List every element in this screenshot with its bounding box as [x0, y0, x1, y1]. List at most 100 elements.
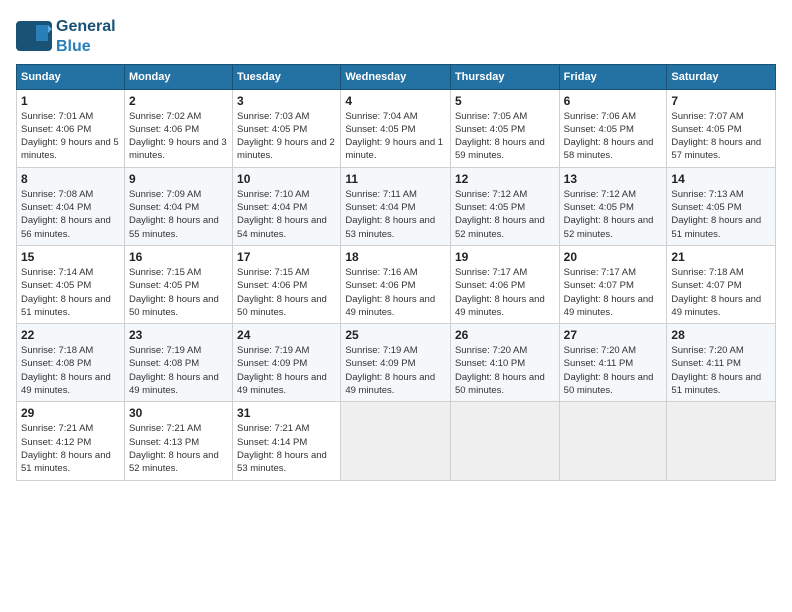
day-info: Sunrise: 7:18 AM Sunset: 4:08 PM Dayligh…	[21, 344, 120, 397]
calendar-cell: 6Sunrise: 7:06 AM Sunset: 4:05 PM Daylig…	[559, 89, 667, 167]
day-number: 7	[671, 94, 771, 108]
calendar-cell: 29 Sunrise: 7:21 AM Sunset: 4:12 PM Dayli…	[17, 402, 125, 480]
calendar-cell	[667, 402, 776, 480]
weekday-header-saturday: Saturday	[667, 64, 776, 89]
day-info: Sunrise: 7:16 AM Sunset: 4:06 PM Dayligh…	[345, 266, 446, 319]
calendar-body: 1 Sunrise: 7:01 AM Sunset: 4:06 PM Daylig…	[17, 89, 776, 480]
day-info: Sunrise: 7:21 AM Sunset: 4:12 PM Dayligh…	[21, 422, 120, 475]
day-info: Sunrise: 7:12 AM Sunset: 4:05 PM Dayligh…	[564, 188, 663, 241]
calendar-cell: 27Sunrise: 7:20 AM Sunset: 4:11 PM Dayli…	[559, 324, 667, 402]
day-number: 13	[564, 172, 663, 186]
day-number: 6	[564, 94, 663, 108]
day-number: 22	[21, 328, 120, 342]
day-info: Sunrise: 7:07 AM Sunset: 4:05 PM Dayligh…	[671, 110, 771, 163]
day-info: Sunrise: 7:04 AM Sunset: 4:05 PM Dayligh…	[345, 110, 446, 163]
day-number: 26	[455, 328, 555, 342]
weekday-header-monday: Monday	[124, 64, 232, 89]
logo-blue: Blue	[56, 38, 91, 55]
calendar-cell: 30 Sunrise: 7:21 AM Sunset: 4:13 PM Dayli…	[124, 402, 232, 480]
day-number: 8	[21, 172, 120, 186]
calendar-cell: 21 Sunrise: 7:18 AM Sunset: 4:07 PM Dayli…	[667, 245, 776, 323]
calendar-week-row: 15 Sunrise: 7:14 AM Sunset: 4:05 PM Dayli…	[17, 245, 776, 323]
calendar-cell: 3Sunrise: 7:03 AM Sunset: 4:05 PM Daylig…	[233, 89, 341, 167]
calendar-cell: 19Sunrise: 7:17 AM Sunset: 4:06 PM Dayli…	[450, 245, 559, 323]
calendar-cell: 4 Sunrise: 7:04 AM Sunset: 4:05 PM Daylig…	[341, 89, 451, 167]
day-number: 9	[129, 172, 228, 186]
day-number: 29	[21, 406, 120, 420]
day-info: Sunrise: 7:21 AM Sunset: 4:13 PM Dayligh…	[129, 422, 228, 475]
day-number: 23	[129, 328, 228, 342]
calendar-cell: 15 Sunrise: 7:14 AM Sunset: 4:05 PM Dayli…	[17, 245, 125, 323]
day-number: 10	[237, 172, 336, 186]
day-number: 3	[237, 94, 336, 108]
day-number: 21	[671, 250, 771, 264]
weekday-header-tuesday: Tuesday	[233, 64, 341, 89]
calendar-week-row: 22 Sunrise: 7:18 AM Sunset: 4:08 PM Dayli…	[17, 324, 776, 402]
day-info: Sunrise: 7:18 AM Sunset: 4:07 PM Dayligh…	[671, 266, 771, 319]
day-number: 4	[345, 94, 446, 108]
calendar-week-row: 1 Sunrise: 7:01 AM Sunset: 4:06 PM Daylig…	[17, 89, 776, 167]
day-number: 5	[455, 94, 555, 108]
day-number: 28	[671, 328, 771, 342]
day-number: 31	[237, 406, 336, 420]
weekday-header-thursday: Thursday	[450, 64, 559, 89]
day-info: Sunrise: 7:12 AM Sunset: 4:05 PM Dayligh…	[455, 188, 555, 241]
day-number: 30	[129, 406, 228, 420]
day-info: Sunrise: 7:01 AM Sunset: 4:06 PM Dayligh…	[21, 110, 120, 163]
calendar-week-row: 8Sunrise: 7:08 AM Sunset: 4:04 PM Daylig…	[17, 167, 776, 245]
calendar-cell: 14Sunrise: 7:13 AM Sunset: 4:05 PM Dayli…	[667, 167, 776, 245]
calendar-cell: 31 Sunrise: 7:21 AM Sunset: 4:14 PM Dayli…	[233, 402, 341, 480]
day-info: Sunrise: 7:14 AM Sunset: 4:05 PM Dayligh…	[21, 266, 120, 319]
calendar-cell	[450, 402, 559, 480]
day-number: 1	[21, 94, 120, 108]
calendar-cell: 13 Sunrise: 7:12 AM Sunset: 4:05 PM Dayli…	[559, 167, 667, 245]
day-number: 24	[237, 328, 336, 342]
calendar-cell: 9 Sunrise: 7:09 AM Sunset: 4:04 PM Daylig…	[124, 167, 232, 245]
day-number: 11	[345, 172, 446, 186]
logo: General Blue	[16, 16, 116, 56]
calendar-cell: 12 Sunrise: 7:12 AM Sunset: 4:05 PM Dayli…	[450, 167, 559, 245]
calendar-cell: 25Sunrise: 7:19 AM Sunset: 4:09 PM Dayli…	[341, 324, 451, 402]
weekday-header-wednesday: Wednesday	[341, 64, 451, 89]
day-number: 25	[345, 328, 446, 342]
day-info: Sunrise: 7:09 AM Sunset: 4:04 PM Dayligh…	[129, 188, 228, 241]
calendar-cell: 10 Sunrise: 7:10 AM Sunset: 4:04 PM Dayli…	[233, 167, 341, 245]
calendar-header: General Blue	[16, 16, 776, 56]
day-info: Sunrise: 7:02 AM Sunset: 4:06 PM Dayligh…	[129, 110, 228, 163]
calendar-cell: 2 Sunrise: 7:02 AM Sunset: 4:06 PM Daylig…	[124, 89, 232, 167]
calendar-cell: 17Sunrise: 7:15 AM Sunset: 4:06 PM Dayli…	[233, 245, 341, 323]
calendar-cell: 5 Sunrise: 7:05 AM Sunset: 4:05 PM Daylig…	[450, 89, 559, 167]
day-number: 15	[21, 250, 120, 264]
day-info: Sunrise: 7:10 AM Sunset: 4:04 PM Dayligh…	[237, 188, 336, 241]
day-number: 16	[129, 250, 228, 264]
day-number: 18	[345, 250, 446, 264]
day-info: Sunrise: 7:21 AM Sunset: 4:14 PM Dayligh…	[237, 422, 336, 475]
day-number: 27	[564, 328, 663, 342]
calendar-cell	[341, 402, 451, 480]
calendar-week-row: 29 Sunrise: 7:21 AM Sunset: 4:12 PM Dayli…	[17, 402, 776, 480]
calendar-cell: 18 Sunrise: 7:16 AM Sunset: 4:06 PM Dayli…	[341, 245, 451, 323]
calendar-cell: 7 Sunrise: 7:07 AM Sunset: 4:05 PM Daylig…	[667, 89, 776, 167]
calendar-cell: 11Sunrise: 7:11 AM Sunset: 4:04 PM Dayli…	[341, 167, 451, 245]
calendar-table: SundayMondayTuesdayWednesdayThursdayFrid…	[16, 64, 776, 481]
day-number: 20	[564, 250, 663, 264]
day-info: Sunrise: 7:20 AM Sunset: 4:10 PM Dayligh…	[455, 344, 555, 397]
weekday-header-friday: Friday	[559, 64, 667, 89]
day-number: 19	[455, 250, 555, 264]
day-number: 14	[671, 172, 771, 186]
calendar-cell: 24Sunrise: 7:19 AM Sunset: 4:09 PM Dayli…	[233, 324, 341, 402]
calendar-cell: 26 Sunrise: 7:20 AM Sunset: 4:10 PM Dayli…	[450, 324, 559, 402]
calendar-cell: 16Sunrise: 7:15 AM Sunset: 4:05 PM Dayli…	[124, 245, 232, 323]
weekday-header-row: SundayMondayTuesdayWednesdayThursdayFrid…	[17, 64, 776, 89]
calendar-cell: 20 Sunrise: 7:17 AM Sunset: 4:07 PM Dayli…	[559, 245, 667, 323]
day-number: 2	[129, 94, 228, 108]
calendar-cell: 23Sunrise: 7:19 AM Sunset: 4:08 PM Dayli…	[124, 324, 232, 402]
calendar-cell: 8Sunrise: 7:08 AM Sunset: 4:04 PM Daylig…	[17, 167, 125, 245]
day-number: 12	[455, 172, 555, 186]
day-info: Sunrise: 7:05 AM Sunset: 4:05 PM Dayligh…	[455, 110, 555, 163]
calendar-cell: 28 Sunrise: 7:20 AM Sunset: 4:11 PM Dayli…	[667, 324, 776, 402]
calendar-cell: 1 Sunrise: 7:01 AM Sunset: 4:06 PM Daylig…	[17, 89, 125, 167]
calendar-cell	[559, 402, 667, 480]
day-info: Sunrise: 7:17 AM Sunset: 4:07 PM Dayligh…	[564, 266, 663, 319]
day-info: Sunrise: 7:20 AM Sunset: 4:11 PM Dayligh…	[671, 344, 771, 397]
